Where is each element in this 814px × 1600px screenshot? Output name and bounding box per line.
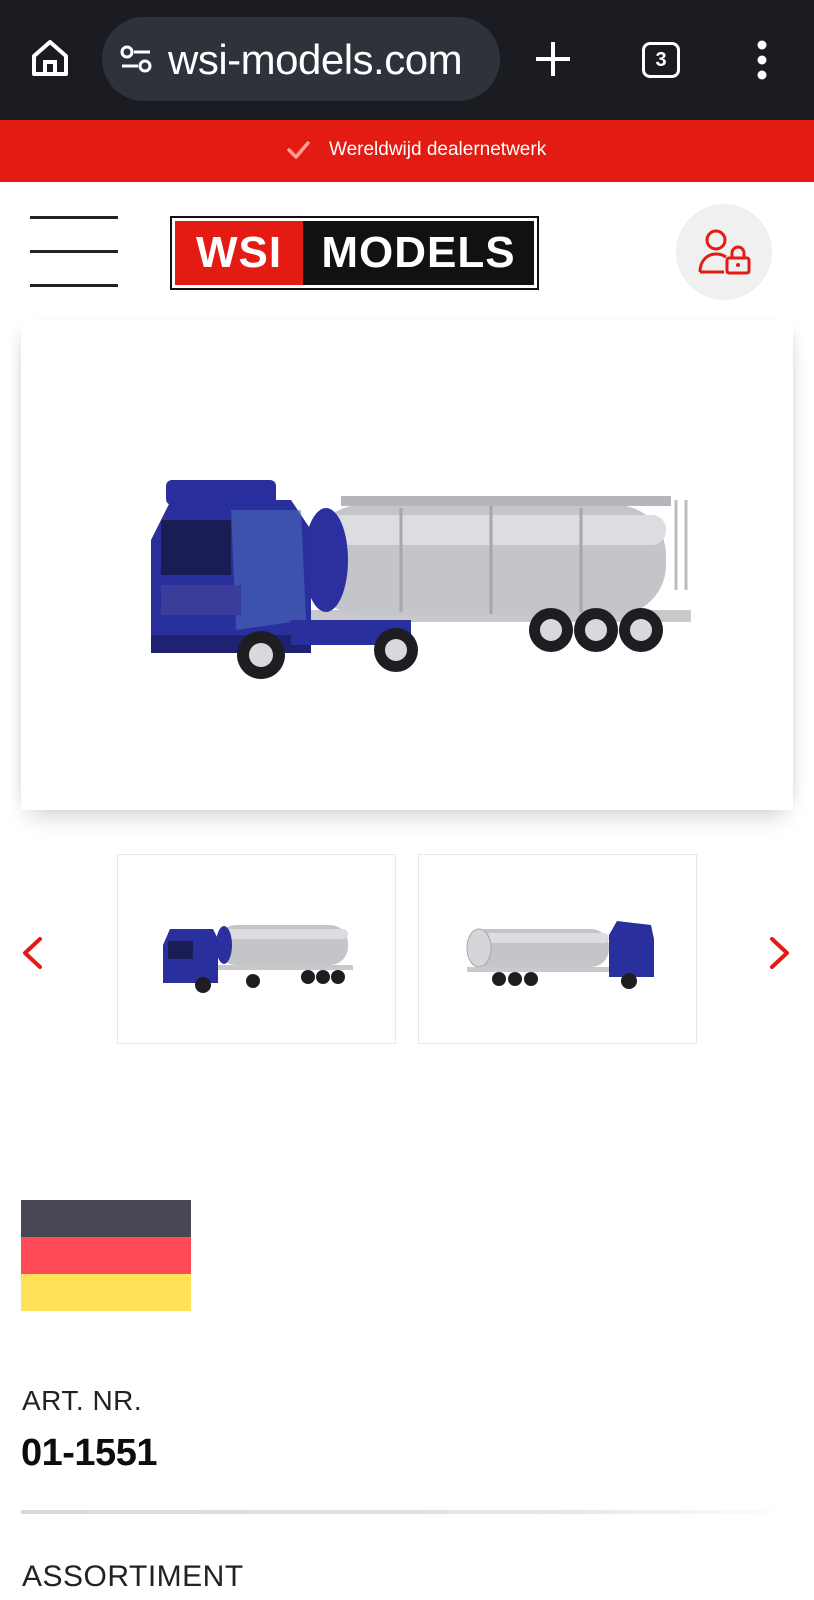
promo-banner: Wereldwijd dealernetwerk [0,120,814,182]
promo-text: Wereldwijd dealernetwerk [329,139,547,160]
truck-tanker-image [151,480,691,679]
site-header: WSI MODELS [0,182,814,320]
tab-switcher-button[interactable]: 3 [642,42,680,78]
germany-flag-icon [21,1200,191,1311]
more-options-icon[interactable] [756,40,768,80]
account-login-button[interactable] [676,204,772,300]
chevron-left-icon[interactable] [20,936,44,970]
site-settings-icon[interactable] [118,43,154,75]
thumbnail-carousel [0,852,814,1044]
user-lock-icon [698,229,751,275]
article-number-value: 01-1551 [21,1432,157,1474]
article-number-label: ART. NR. [22,1385,143,1416]
section-divider [21,1510,793,1514]
check-icon [286,138,310,162]
site-logo[interactable]: WSI MODELS [170,216,539,290]
logo-wsi-text: WSI [175,221,303,285]
home-icon[interactable] [28,36,72,80]
chevron-right-icon[interactable] [768,936,792,970]
truck-rear-view [466,921,654,989]
logo-models-text: MODELS [303,221,534,285]
address-bar[interactable]: wsi-models.com [102,17,500,101]
url-text: wsi-models.com [168,36,463,83]
new-tab-icon[interactable] [534,40,572,78]
hamburger-menu-icon[interactable] [30,216,118,288]
thumbnail-2[interactable] [418,854,697,1044]
thumbnail-1[interactable] [117,854,396,1044]
truck-front-view [163,925,353,993]
main-product-image-card[interactable] [21,320,793,810]
browser-toolbar: wsi-models.com 3 [0,0,814,120]
assortment-label: ASSORTIMENT [22,1560,244,1593]
